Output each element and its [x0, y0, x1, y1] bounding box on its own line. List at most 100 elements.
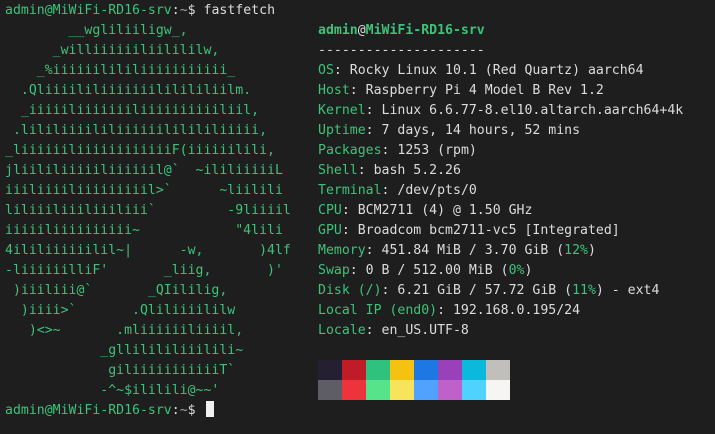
- info-value: 451.84 MiB / 3.70 GiB (: [381, 243, 565, 258]
- info-value-tail: ): [587, 243, 596, 258]
- info-row-host: Host: Raspberry Pi 4 Model B Rev 1.2: [318, 83, 604, 98]
- info-value: /dev/pts/0: [397, 183, 477, 198]
- logo-line: iiiiiliiiiiiiiii~ "4lili: [5, 223, 283, 238]
- prompt-user-host: admin@MiWiFi-RD16-srv: [5, 3, 172, 18]
- memory-percent: 12%: [564, 243, 588, 258]
- prompt-symbol: $: [187, 403, 196, 418]
- info-key: Kernel: [318, 103, 366, 118]
- palette-row-bright: [318, 380, 510, 400]
- info-row-packages: Packages: 1253 (rpm): [318, 143, 477, 158]
- info-key: CPU: [318, 203, 342, 218]
- info-value: Raspberry Pi 4 Model B Rev 1.2: [365, 83, 604, 98]
- command-prompt-line: admin@MiWiFi-RD16-srv:~$ fastfetch: [5, 1, 275, 21]
- info-row-uptime: Uptime: 7 days, 14 hours, 52 mins: [318, 123, 581, 138]
- logo-line: )<>~ .mliiiiiiliiiil,: [5, 323, 244, 338]
- logo-line: _gllilililiiilili~: [5, 343, 244, 358]
- info-key: Disk (/): [318, 283, 382, 298]
- logo-line: 4ililiiiiiilil~| -w, )4lf: [5, 243, 291, 258]
- info-row-kernel: Kernel: Linux 6.6.77-8.el10.altarch.aarc…: [318, 103, 684, 118]
- info-title: admin@MiWiFi-RD16-srv: [318, 21, 683, 41]
- prompt-symbol: $: [187, 3, 196, 18]
- color-swatch: [438, 360, 462, 380]
- title-at: @: [357, 23, 366, 38]
- logo-line: )iiiliii@` _QIililig,: [5, 283, 228, 298]
- logo-line: _%iiiiiilililiiiiiiiiiii_: [5, 63, 236, 78]
- color-palette: [318, 360, 510, 400]
- color-swatch: [366, 380, 390, 400]
- info-key: Local IP (end0): [318, 303, 438, 318]
- logo-line: )iiii>` .Qliliiiililw: [5, 303, 236, 318]
- info-value: BCM2711 (4) @ 1.50 GHz: [357, 203, 533, 218]
- swap-percent: 0%: [508, 263, 525, 278]
- color-swatch: [486, 360, 510, 380]
- info-row-terminal: Terminal: /dev/pts/0: [318, 183, 477, 198]
- logo-line: .Qliiiililiiiiiiililililiilm.: [5, 83, 252, 98]
- color-swatch: [318, 380, 342, 400]
- logo-line: -liiiiiilliF' _liig, )': [5, 263, 283, 278]
- info-value: Linux 6.6.77-8.el10.altarch.aarch64+4k: [381, 103, 684, 118]
- info-row-os: OS: Rocky Linux 10.1 (Red Quartz) aarch6…: [318, 63, 644, 78]
- info-key: Host: [318, 83, 350, 98]
- logo-line: .lililiiiililiiiiiililililiiiii,: [5, 123, 268, 138]
- title-host: MiWiFi-RD16-srv: [365, 23, 485, 38]
- info-value: en_US.UTF-8: [381, 323, 469, 338]
- color-swatch: [390, 360, 414, 380]
- logo-line: _williiiiiiliilililw,: [5, 43, 220, 58]
- info-value: 0 B / 512.00 MiB (: [365, 263, 509, 278]
- info-key: Terminal: [318, 183, 382, 198]
- info-row-locale: Locale: en_US.UTF-8: [318, 323, 469, 338]
- logo-line: jliililiiiiiliiiiiil@` ~ililiiiiiL: [5, 163, 283, 178]
- info-row-cpu: CPU: BCM2711 (4) @ 1.50 GHz: [318, 203, 533, 218]
- info-value: Broadcom bcm2711-vc5 [Integrated]: [357, 223, 620, 238]
- color-swatch: [462, 380, 486, 400]
- info-value: 192.168.0.195/24: [452, 303, 581, 318]
- info-value: 7 days, 14 hours, 52 mins: [381, 123, 581, 138]
- color-swatch: [438, 380, 462, 400]
- color-swatch: [318, 360, 342, 380]
- info-row-gpu: GPU: Broadcom bcm2711-vc5 [Integrated]: [318, 223, 620, 238]
- info-row-swap: Swap: 0 B / 512.00 MiB (0%): [318, 263, 533, 278]
- title-user: admin: [318, 23, 358, 38]
- prompt-command: fastfetch: [203, 3, 276, 18]
- prompt-separator: :: [171, 3, 180, 18]
- info-key: GPU: [318, 223, 342, 238]
- color-swatch: [366, 360, 390, 380]
- palette-row-normal: [318, 360, 510, 380]
- logo-line: iiiliiiiliiiiiiiiil>` ~liilili: [5, 183, 283, 198]
- terminal-window[interactable]: admin@MiWiFi-RD16-srv:~$ fastfetch __wgl…: [0, 0, 715, 434]
- color-swatch: [390, 380, 414, 400]
- prompt-user-host: admin@MiWiFi-RD16-srv: [5, 403, 172, 418]
- info-value: 6.21 GiB / 57.72 GiB (: [397, 283, 573, 298]
- disk-percent: 11%: [572, 283, 596, 298]
- info-value: 1253 (rpm): [397, 143, 477, 158]
- info-row-memory: Memory: 451.84 MiB / 3.70 GiB (12%): [318, 243, 596, 258]
- info-value: bash 5.2.26: [373, 163, 461, 178]
- prompt-path: ~: [179, 3, 188, 18]
- system-info-panel: admin@MiWiFi-RD16-srv ------------------…: [318, 21, 683, 341]
- info-key: Swap: [318, 263, 350, 278]
- info-value: Rocky Linux 10.1 (Red Quartz) aarch64: [349, 63, 644, 78]
- info-key: Locale: [318, 323, 366, 338]
- info-value-tail: ): [524, 263, 533, 278]
- color-swatch: [414, 360, 438, 380]
- command-prompt-line[interactable]: admin@MiWiFi-RD16-srv:~$: [5, 401, 214, 421]
- color-swatch: [414, 380, 438, 400]
- info-row-local-ip: Local IP (end0): 192.168.0.195/24: [318, 303, 581, 318]
- logo-line: _liiiiiiliiiiiiiiiiiiF(iiiiiilili,: [5, 143, 275, 158]
- logo-line: -^~$ililili@~~': [5, 383, 220, 398]
- prompt-path: ~: [179, 403, 188, 418]
- logo-line: liliiiliiiliiiliii` -9liiiil: [5, 203, 291, 218]
- text-cursor: [205, 401, 214, 417]
- info-row-shell: Shell: bash 5.2.26: [318, 163, 461, 178]
- info-key: OS: [318, 63, 334, 78]
- color-swatch: [486, 380, 510, 400]
- info-key: Packages: [318, 143, 382, 158]
- distro-ascii-logo: __wgliliiligw_, _williiiiiiliilililw, _%…: [5, 21, 291, 401]
- info-key: Memory: [318, 243, 366, 258]
- prompt-separator: :: [171, 403, 180, 418]
- logo-line: __wgliliiligw_,: [5, 23, 188, 38]
- color-swatch: [462, 360, 486, 380]
- info-row-disk: Disk (/): 6.21 GiB / 57.72 GiB (11%) - e…: [318, 283, 660, 298]
- info-key: Shell: [318, 163, 358, 178]
- color-swatch: [342, 360, 366, 380]
